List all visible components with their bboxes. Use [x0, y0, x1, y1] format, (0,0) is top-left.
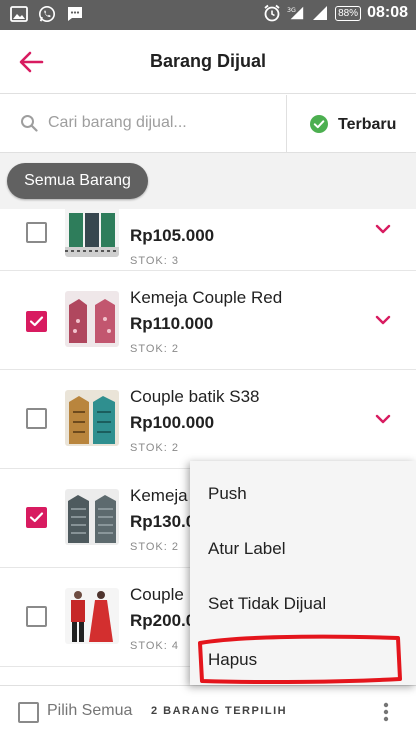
status-bar: 3G 88% 08:08 — [0, 0, 416, 30]
page-title: Barang Dijual — [149, 51, 267, 71]
menu-item-label: Set Tidak Dijual — [208, 594, 327, 613]
signal-3g-icon: 3G — [287, 6, 304, 20]
overflow-menu: Push Atur Label Set Tidak Dijual Hapus — [190, 461, 416, 685]
bottom-bar: Pilih Semua 2 BARANG TERPILIH — [0, 685, 416, 740]
check-circle-icon — [310, 115, 328, 133]
system-icons: 3G 88% 08:08 — [263, 4, 408, 22]
more-vert-icon[interactable] — [374, 698, 398, 726]
list-item[interactable]: Rp105.000 STOK: 3 — [0, 209, 416, 271]
selected-count-label: 2 BARANG TERPILIH — [151, 705, 288, 717]
product-price: Rp105.000 — [130, 226, 215, 245]
search-box[interactable] — [0, 95, 287, 153]
menu-item-label: Hapus — [208, 650, 258, 669]
product-stock: STOK: 4 — [130, 640, 179, 652]
chevron-down-icon[interactable] — [374, 223, 392, 235]
sort-label: Terbaru — [338, 116, 397, 133]
select-all-label[interactable]: Pilih Semua — [47, 702, 132, 720]
sort-button[interactable]: Terbaru — [288, 95, 416, 153]
menu-item-set-tidak-dijual[interactable]: Set Tidak Dijual — [190, 576, 416, 632]
product-stock: STOK: 2 — [130, 442, 179, 454]
product-photo-couple-red — [65, 291, 119, 347]
menu-item-atur-label[interactable]: Atur Label — [190, 521, 416, 577]
checkmark-icon — [29, 316, 44, 327]
product-price: Rp110.000 — [130, 314, 214, 333]
product-name: Couple — [130, 585, 184, 604]
product-thumbnail[interactable] — [65, 390, 119, 446]
product-stock: STOK: 2 — [130, 541, 179, 553]
item-checkbox[interactable] — [26, 222, 47, 243]
battery-indicator: 88% — [335, 5, 362, 21]
product-price: Rp100.000 — [130, 413, 215, 432]
product-photo-batik-s38 — [65, 390, 119, 446]
svg-text:3G: 3G — [287, 7, 296, 14]
product-thumbnail[interactable] — [65, 291, 119, 347]
chevron-down-icon[interactable] — [374, 314, 392, 326]
search-input[interactable] — [48, 111, 268, 135]
product-photo-batik-green — [65, 209, 119, 257]
product-name: Couple batik S38 — [130, 387, 260, 406]
chevron-down-icon[interactable] — [374, 413, 392, 425]
notification-icons — [10, 5, 84, 23]
list-item[interactable]: Couple batik S38 Rp100.000 STOK: 2 — [0, 370, 416, 469]
filter-area: Semua Barang — [0, 153, 416, 209]
clock: 08:08 — [367, 4, 408, 21]
select-all-checkbox[interactable] — [18, 702, 39, 723]
app-bar: Barang Dijual — [0, 30, 416, 94]
product-price: Rp200.0 — [130, 611, 196, 630]
menu-item-label: Atur Label — [208, 539, 286, 558]
product-name: Kemeja Couple Red — [130, 288, 283, 307]
menu-item-hapus[interactable]: Hapus — [190, 632, 416, 688]
search-icon — [21, 115, 38, 132]
gallery-icon — [10, 6, 28, 22]
product-thumbnail[interactable] — [65, 209, 119, 257]
product-price: Rp130.0 — [130, 512, 196, 531]
search-row: Terbaru — [0, 95, 416, 153]
item-checkbox[interactable] — [26, 606, 47, 627]
menu-item-label: Push — [208, 484, 247, 503]
item-checkbox[interactable] — [26, 408, 47, 429]
whatsapp-icon — [38, 5, 56, 23]
item-checkbox-checked[interactable] — [26, 311, 47, 332]
checkmark-icon — [29, 512, 44, 523]
product-photo-kemeja-grey — [65, 489, 119, 545]
filter-chip-all-items[interactable]: Semua Barang — [7, 163, 148, 199]
alarm-icon — [264, 4, 280, 22]
product-thumbnail[interactable] — [65, 489, 119, 545]
chat-icon — [68, 7, 82, 21]
menu-item-push[interactable]: Push — [190, 466, 416, 522]
item-checkbox-checked[interactable] — [26, 507, 47, 528]
product-stock: STOK: 2 — [130, 343, 179, 355]
product-stock: STOK: 3 — [130, 255, 179, 267]
product-name: Kemeja — [130, 486, 188, 505]
product-thumbnail[interactable] — [65, 588, 119, 644]
signal-icon — [313, 6, 328, 20]
product-photo-couple-dress — [65, 588, 119, 644]
list-item[interactable]: Kemeja Couple Red Rp110.000 STOK: 2 — [0, 271, 416, 370]
